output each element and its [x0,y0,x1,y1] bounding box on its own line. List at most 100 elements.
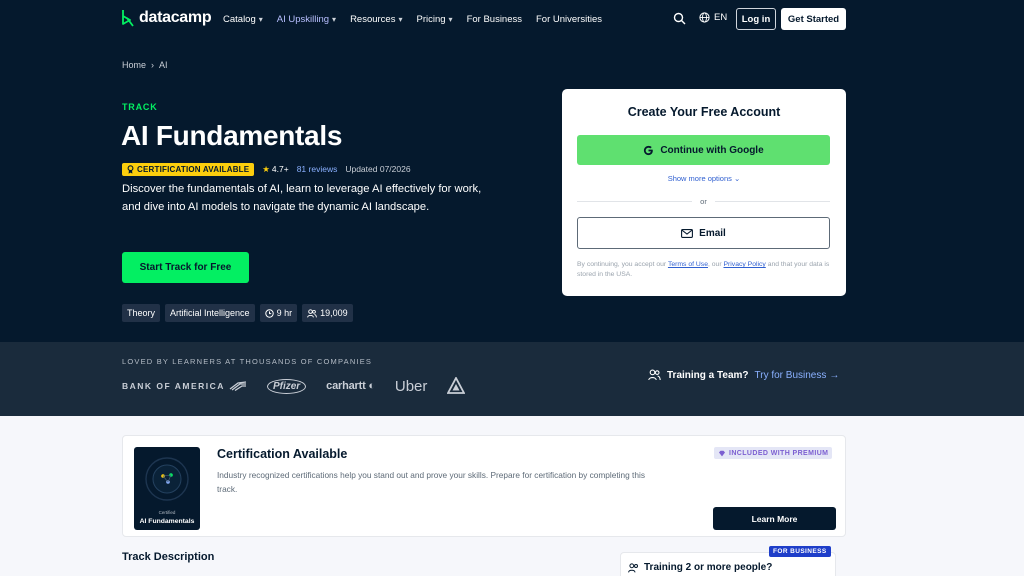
mail-icon [681,228,694,238]
track-kicker: TRACK [122,102,158,112]
top-nav: datacamp Catalog ▾ AI Upskilling ▾ Resourc… [0,0,1024,38]
login-button[interactable]: Log in [736,8,776,30]
language-label: EN [714,12,728,23]
certification-badge: CERTIFICATION AVAILABLE [122,162,255,176]
certification-badge-label: CERTIFICATION AVAILABLE [137,164,250,174]
globe-icon [699,12,710,23]
certificate-image-title: AI Fundamentals [139,518,195,525]
breadcrumb-separator: › [151,60,155,70]
logo-text: datacamp [139,9,212,26]
page-title: AI Fundamentals [121,120,343,151]
datacamp-logo-icon [122,10,134,27]
get-started-button[interactable]: Get Started [781,8,846,30]
nav-link-pricing[interactable]: Pricing ▾ [417,14,453,25]
nav-link-for-universities[interactable]: For Universities [536,14,602,25]
tag-theory[interactable]: Theory [122,304,161,322]
learn-more-button[interactable]: Learn More [713,507,836,530]
track-tags: Theory Artificial Intelligence 9 hr 19,0… [122,304,353,322]
legal-notice: By continuing, you accept our Terms of U… [577,260,833,280]
uber-logo: Uber [394,377,428,395]
divider-line [714,200,831,202]
nav-link-label: Pricing [416,13,446,25]
nav-links: Catalog ▾ AI Upskilling ▾ Resources ▾ Prici… [223,0,602,38]
google-button-label: Continue with Google [660,144,764,156]
legal-mid: , our [707,261,722,268]
certificate-subtitle: Certified [158,510,176,515]
track-description-summary: Discover the fundamentals of AI, learn t… [122,183,482,213]
google-icon [644,145,654,155]
track-meta: CERTIFICATION AVAILABLE ★ 4.7+ 81 reviews… [122,162,411,176]
premium-badge: INCLUDED WITH PREMIUM [714,447,833,459]
start-track-button[interactable]: Start Track for Free [122,252,249,283]
breadcrumb-current[interactable]: AI [159,60,168,70]
rating: ★ 4.7+ [262,164,288,175]
chevron-down-icon: ▾ [448,14,453,24]
triangle-brand-logo [447,377,466,394]
or-label: or [700,196,707,206]
tag-artificial-intelligence[interactable]: Artificial Intelligence [165,304,255,322]
continue-with-google-button[interactable]: Continue with Google [577,135,830,165]
diamond-icon [719,450,725,456]
privacy-policy-link[interactable]: Privacy Policy [723,261,765,268]
show-more-options-link[interactable]: Show more options ⌄ [562,174,846,183]
training-more-people: Training 2 or more people? [628,562,772,573]
certification-title: Certification Available [217,447,348,461]
nav-link-label: For Business [466,13,522,25]
or-divider: or [577,196,831,206]
nav-link-resources[interactable]: Resources ▾ [350,14,402,25]
logo-text: BANK OF AMERICA [122,381,225,391]
search-icon[interactable] [673,12,686,25]
nav-link-label: Catalog [223,13,256,25]
nav-link-ai-upskilling[interactable]: AI Upskilling ▾ [277,14,336,25]
users-icon [307,308,317,318]
reviews-link[interactable]: 81 reviews [297,164,338,174]
tag-label: Artificial Intelligence [170,308,250,318]
nav-link-catalog[interactable]: Catalog ▾ [223,14,263,25]
nav-link-label: AI Upskilling [276,13,330,25]
arrow-right-icon: → [829,369,840,381]
email-signup-button[interactable]: Email [577,217,830,249]
star-icon: ★ [262,163,270,174]
users-icon [628,562,638,573]
certificate-icon [127,164,134,174]
signup-title: Create Your Free Account [627,105,781,119]
chevron-down-icon: ▾ [332,14,337,24]
chevron-down-icon: ⌄ [734,174,741,183]
tag-duration: 9 hr [259,304,298,322]
carhartt-c-icon: ◐ [365,380,375,392]
premium-badge-label: INCLUDED WITH PREMIUM [729,449,829,457]
signup-card: Create Your Free Account Continue with G… [562,89,846,296]
bank-of-america-logo: BANK OF AMERICA [122,381,247,391]
certification-card: Certified AI Fundamentals Certification … [122,435,846,537]
users-icon [648,369,661,381]
breadcrumb-home[interactable]: Home [122,60,146,70]
tag-label: 19,009 [320,308,348,318]
flag-icon [229,381,247,391]
nav-link-for-business[interactable]: For Business [467,14,522,25]
clock-icon [264,308,274,318]
certification-description: Industry recognized certifications help … [217,470,645,494]
try-for-business-link[interactable]: Try for Business → [755,370,840,381]
email-button-label: Email [699,227,726,239]
chevron-down-icon: ▾ [258,14,263,24]
certificate-image: Certified AI Fundamentals [134,447,200,530]
legal-prefix: By continuing, you accept our [577,261,667,268]
updated-date: Updated 07/2026 [345,164,411,174]
terms-of-use-link[interactable]: Terms of Use [668,261,708,268]
training-team-label: Training a Team? [667,369,749,381]
tag-label: Theory [127,308,156,318]
chevron-down-icon: ▾ [398,14,403,24]
certificate-emblem-icon [145,457,189,501]
company-logos: BANK OF AMERICA Pfizer carhartt ◐ Uber [122,375,466,397]
language-selector[interactable]: EN [699,12,727,23]
carhartt-logo: carhartt ◐ [326,380,375,392]
datacamp-logo[interactable]: datacamp [121,9,212,27]
link-label: Try for Business [754,369,827,381]
business-card-title: Training 2 or more people? [644,562,773,573]
training-team-cta: Training a Team? Try for Business → [648,369,839,381]
tag-learners: 19,009 [302,304,353,322]
nav-link-label: Resources [350,13,396,25]
companies-heading: LOVED BY LEARNERS AT THOUSANDS OF COMPAN… [122,357,373,366]
nav-link-label: For Universities [536,13,602,25]
logo-text: carhartt [326,380,366,392]
